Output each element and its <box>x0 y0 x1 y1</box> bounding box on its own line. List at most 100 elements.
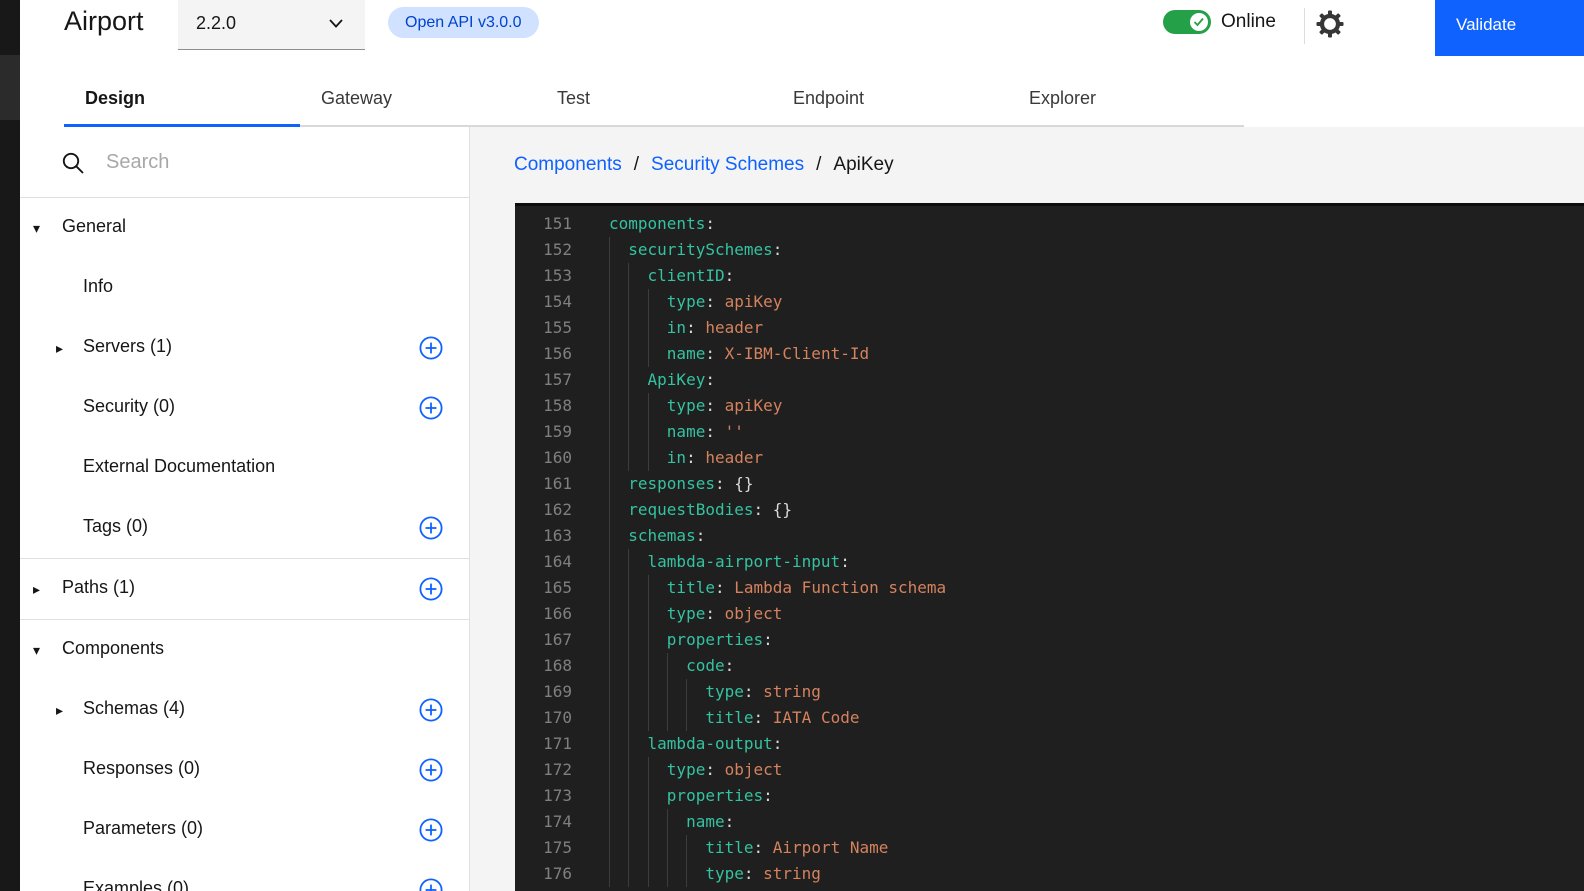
code-text: code: <box>609 653 734 679</box>
sidebar-item-servers[interactable]: ▸ Servers (1) <box>20 318 469 378</box>
add-button[interactable] <box>419 336 443 360</box>
line-number: 167 <box>515 627 572 653</box>
code-text: responses: {} <box>609 471 754 497</box>
code-line: 168 code: <box>515 653 1584 679</box>
online-toggle[interactable] <box>1163 10 1211 34</box>
add-circle-icon <box>419 698 443 722</box>
version-select[interactable]: 2.2.0 <box>178 0 365 50</box>
sidebar-item-examples[interactable]: Examples (0) <box>20 860 469 891</box>
line-number: 174 <box>515 809 572 835</box>
app-window: Airport 2.2.0 Open API v3.0.0 Online <box>20 0 1584 891</box>
line-number: 169 <box>515 679 572 705</box>
chevron-collapsed-icon[interactable]: ▸ <box>33 580 40 598</box>
code-line: 164 lambda-airport-input: <box>515 549 1584 575</box>
code-text: name: '' <box>609 419 744 445</box>
code-text: properties: <box>609 783 773 809</box>
code-line: 166type: object <box>515 601 1584 627</box>
chevron-collapsed-icon[interactable]: ▸ <box>56 701 63 719</box>
line-number: 153 <box>515 263 572 289</box>
code-line: 165title: Lambda Function schema <box>515 575 1584 601</box>
code-text: title: Lambda Function schema <box>609 575 946 601</box>
api-designer-screen: Airport 2.2.0 Open API v3.0.0 Online <box>0 0 1584 891</box>
sidebar-item-info[interactable]: Info <box>20 258 469 318</box>
sidebar-item-external-documentation[interactable]: External Documentation <box>20 438 469 498</box>
tab-bar: DesignGatewayTestEndpointExplorer <box>64 70 1244 127</box>
line-number: 168 <box>515 653 572 679</box>
rail-active-item <box>0 55 20 120</box>
tab-gateway[interactable]: Gateway <box>300 70 536 127</box>
add-button[interactable] <box>419 758 443 782</box>
line-number: 151 <box>515 211 572 237</box>
code-line: 156name: X-IBM-Client-Id <box>515 341 1584 367</box>
code-line: 170 title: IATA Code <box>515 705 1584 731</box>
app-nav-rail[interactable] <box>0 0 20 891</box>
code-line: 173 properties: <box>515 783 1584 809</box>
code-text: type: apiKey <box>609 393 782 419</box>
code-line: 153 clientID: <box>515 263 1584 289</box>
line-number: 157 <box>515 367 572 393</box>
code-line: 171lambda-output: <box>515 731 1584 757</box>
breadcrumb: Components / Security Schemes / ApiKey <box>514 154 894 176</box>
sidebar-item-components[interactable]: ▾Components <box>20 620 469 680</box>
version-label: 2.2.0 <box>196 13 236 34</box>
add-circle-icon <box>419 516 443 540</box>
sidebar-item-parameters[interactable]: Parameters (0) <box>20 800 469 860</box>
breadcrumb-link-components[interactable]: Components <box>514 154 622 175</box>
gear-icon <box>1315 9 1345 39</box>
sidebar-item-label: External Documentation <box>83 456 275 477</box>
tab-endpoint[interactable]: Endpoint <box>772 70 1008 127</box>
sidebar-item-label: Tags (0) <box>83 516 148 537</box>
line-number: 152 <box>515 237 572 263</box>
breadcrumb-current: ApiKey <box>833 154 893 175</box>
tab-explorer[interactable]: Explorer <box>1008 70 1244 127</box>
tab-design[interactable]: Design <box>64 70 300 127</box>
code-text: lambda-airport-input: <box>609 549 850 575</box>
yaml-source-editor[interactable]: 151 components: 152 securitySchemes: 153 clie… <box>515 203 1584 891</box>
sidebar-item-tags[interactable]: Tags (0) <box>20 498 469 558</box>
code-text: in: header <box>609 445 763 471</box>
add-circle-icon <box>419 758 443 782</box>
main-pane: Components / Security Schemes / ApiKey 151 co… <box>471 127 1584 891</box>
code-text: clientID: <box>609 263 734 289</box>
add-button[interactable] <box>419 878 443 891</box>
code-text: title: Airport Name <box>609 835 888 861</box>
breadcrumb-separator: / <box>816 154 821 175</box>
add-button[interactable] <box>419 577 443 601</box>
line-number: 170 <box>515 705 572 731</box>
chevron-collapsed-icon[interactable]: ▸ <box>56 339 63 357</box>
add-button[interactable] <box>419 516 443 540</box>
code-text: securitySchemes: <box>609 237 782 263</box>
code-line: 175title: Airport Name <box>515 835 1584 861</box>
add-circle-icon <box>419 577 443 601</box>
design-sidebar: ▾GeneralInfo ▸ Servers (1) Security (0) Exte… <box>20 127 470 891</box>
validate-button[interactable]: Validate <box>1435 0 1584 56</box>
sidebar-item-label: Servers (1) <box>83 336 172 357</box>
settings-button[interactable] <box>1313 8 1347 42</box>
breadcrumb-link-security-schemes[interactable]: Security Schemes <box>651 154 804 175</box>
breadcrumb-separator: / <box>634 154 639 175</box>
content-area: ▾GeneralInfo ▸ Servers (1) Security (0) Exte… <box>20 127 1584 891</box>
chevron-expanded-icon[interactable]: ▾ <box>33 641 40 659</box>
line-number: 173 <box>515 783 572 809</box>
line-number: 162 <box>515 497 572 523</box>
add-button[interactable] <box>419 818 443 842</box>
line-number: 164 <box>515 549 572 575</box>
tab-test[interactable]: Test <box>536 70 772 127</box>
sidebar-item-security[interactable]: Security (0) <box>20 378 469 438</box>
line-number: 159 <box>515 419 572 445</box>
add-button[interactable] <box>419 396 443 420</box>
code-line: 151 components: <box>515 211 1584 237</box>
toggle-knob <box>1190 13 1208 31</box>
code-line: 155in: header <box>515 315 1584 341</box>
chevron-expanded-icon[interactable]: ▾ <box>33 219 40 237</box>
code-text: components: <box>609 211 715 237</box>
code-text: title: IATA Code <box>609 705 859 731</box>
add-button[interactable] <box>419 698 443 722</box>
search-input[interactable] <box>104 145 434 179</box>
sidebar-item-schemas[interactable]: ▸Schemas (4) <box>20 680 469 740</box>
code-line: 159 name: '' <box>515 419 1584 445</box>
sidebar-item-responses[interactable]: Responses (0) <box>20 740 469 800</box>
sidebar-item-general[interactable]: ▾General <box>20 198 469 258</box>
sidebar-item-paths[interactable]: ▸Paths (1) <box>20 559 469 619</box>
line-number: 176 <box>515 861 572 887</box>
